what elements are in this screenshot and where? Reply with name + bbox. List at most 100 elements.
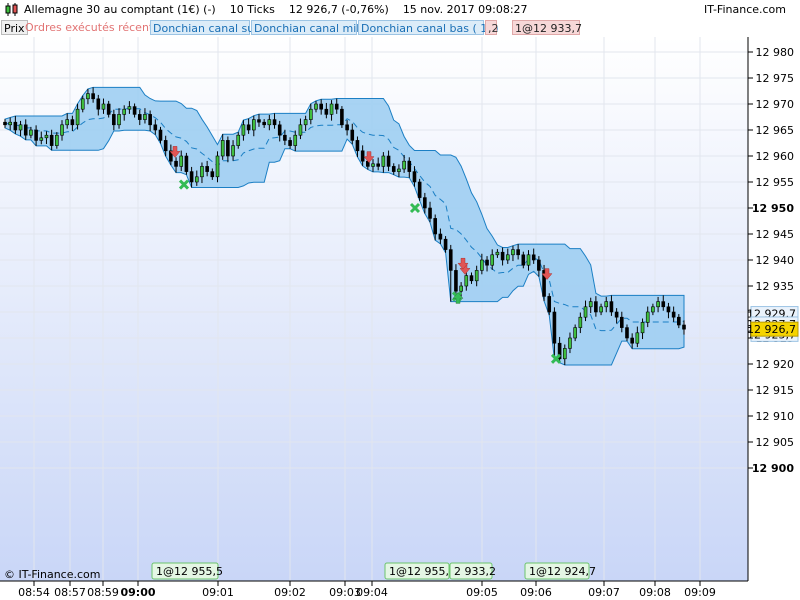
candle-body xyxy=(86,93,90,100)
candle-body xyxy=(562,348,567,360)
candle-body xyxy=(143,114,147,120)
candle-body xyxy=(547,296,552,313)
candle-body xyxy=(189,171,194,183)
candle-body xyxy=(521,254,526,266)
order-tag: 1@12 955,5 xyxy=(151,562,223,580)
candle-body xyxy=(44,134,49,139)
candle-body xyxy=(474,270,479,282)
candle-body xyxy=(635,332,640,344)
candle-body xyxy=(661,301,666,308)
chart-title: Allemagne 30 au comptant (1€) (-) 10 Tic… xyxy=(24,3,528,16)
candle-body xyxy=(604,301,609,308)
candle-body xyxy=(594,301,598,313)
candle-body xyxy=(656,301,660,308)
order-tag: 2 933,2 xyxy=(449,562,496,580)
legend-donchian-mid[interactable]: Donchian canal milieu xyxy=(251,20,376,35)
legend-bar: Prix Ordres exécutés récents Donchian ca… xyxy=(0,19,800,37)
candle-body xyxy=(80,98,85,110)
candle-body xyxy=(194,176,199,183)
price-tags: 12 929,712 927,712 925,712 926,7 xyxy=(747,306,799,342)
candle-body xyxy=(599,306,603,313)
legend-suffix: ,2 xyxy=(485,20,499,35)
candle-body xyxy=(184,155,189,172)
candle-body xyxy=(13,121,18,131)
candle-body xyxy=(666,306,671,313)
candle-body xyxy=(23,124,28,136)
candle-body xyxy=(70,119,75,126)
candle-body xyxy=(3,121,7,126)
x-tick-label: 09:04 xyxy=(356,586,388,599)
y-tick-label: 12 965 xyxy=(756,124,795,137)
candle-body xyxy=(345,124,349,131)
candle-body xyxy=(583,306,588,318)
candle-body xyxy=(246,124,251,131)
y-tick-label: 12 900 xyxy=(752,462,794,475)
svg-text:1@12 955,7: 1@12 955,7 xyxy=(389,565,456,578)
legend-orders[interactable]: Ordres exécutés récents xyxy=(23,20,161,35)
candle-body xyxy=(309,108,313,120)
x-tick-label: 09:08 xyxy=(639,586,671,599)
candle-body xyxy=(106,103,111,115)
price-tag-last: 12 926,7 xyxy=(747,321,799,337)
candle-body xyxy=(407,160,412,172)
candle-body xyxy=(293,134,298,146)
candle-body xyxy=(231,145,235,157)
candle-body xyxy=(257,119,261,123)
candle-body xyxy=(283,134,287,141)
candle-body xyxy=(34,129,38,141)
x-tick-label: 08:59 xyxy=(87,586,119,599)
candle-body xyxy=(671,311,676,318)
order-tag: 1@12 955,7 xyxy=(384,562,456,580)
candle-body xyxy=(96,98,101,110)
candle-body xyxy=(319,103,323,110)
candle-body xyxy=(640,322,645,334)
candle-body xyxy=(122,108,127,115)
y-tick-label: 12 980 xyxy=(756,46,795,59)
candle-body xyxy=(117,114,121,126)
x-axis: 08:54 08:57 08:59 09:00 09:01 09:02 09:0309:04… xyxy=(18,581,716,599)
svg-text:1@12 955,5: 1@12 955,5 xyxy=(156,565,223,578)
candle-body xyxy=(29,129,33,136)
candle-body xyxy=(677,316,681,326)
order-tag: 1@12 924,7 xyxy=(524,562,596,580)
candle-body xyxy=(262,121,266,126)
y-tick-label: 12 970 xyxy=(756,98,795,111)
y-tick-label: 12 905 xyxy=(756,436,795,449)
candle-body xyxy=(625,327,629,339)
candle-body xyxy=(277,124,282,136)
candle-body xyxy=(241,124,246,136)
candle-body xyxy=(55,134,59,146)
y-tick-label: 12 940 xyxy=(756,254,795,267)
candle-body xyxy=(448,249,453,271)
candle-body xyxy=(645,311,650,323)
candle-body xyxy=(651,306,655,313)
candle-body xyxy=(469,275,474,282)
candle-body xyxy=(355,140,360,152)
candle-body xyxy=(18,124,23,131)
candle-body xyxy=(200,166,204,178)
candle-body xyxy=(371,163,375,167)
candle-body xyxy=(682,324,686,330)
candle-body xyxy=(505,254,510,261)
candle-body xyxy=(158,129,163,141)
price-chart[interactable]: 12 980 12 975 12 970 12 965 12 960 12 955 12 9… xyxy=(0,0,800,600)
legend-donchian-bas[interactable]: Donchian canal bas ( 10) xyxy=(358,20,499,35)
candlestick-icon xyxy=(5,3,18,16)
brand-name: IT-Finance.com xyxy=(704,3,786,16)
y-tick-label: 12 915 xyxy=(756,384,795,397)
candle-body xyxy=(578,316,583,328)
interval-label[interactable]: 10 Ticks xyxy=(230,3,275,16)
candle-body xyxy=(65,119,69,126)
legend-donchian-sup[interactable]: Donchian canal sup xyxy=(150,20,261,35)
x-tick-label: 09:05 xyxy=(466,586,498,599)
candle-body xyxy=(91,93,95,100)
candle-body xyxy=(630,337,634,344)
candle-body xyxy=(360,150,365,162)
candle-body xyxy=(391,166,396,172)
candle-body xyxy=(220,140,225,157)
quote-datetime: 15 nov. 2017 09:08:27 xyxy=(402,3,528,16)
candle-body xyxy=(511,249,515,256)
candle-body xyxy=(329,103,334,115)
candle-body xyxy=(443,238,448,250)
candle-body xyxy=(423,197,427,209)
